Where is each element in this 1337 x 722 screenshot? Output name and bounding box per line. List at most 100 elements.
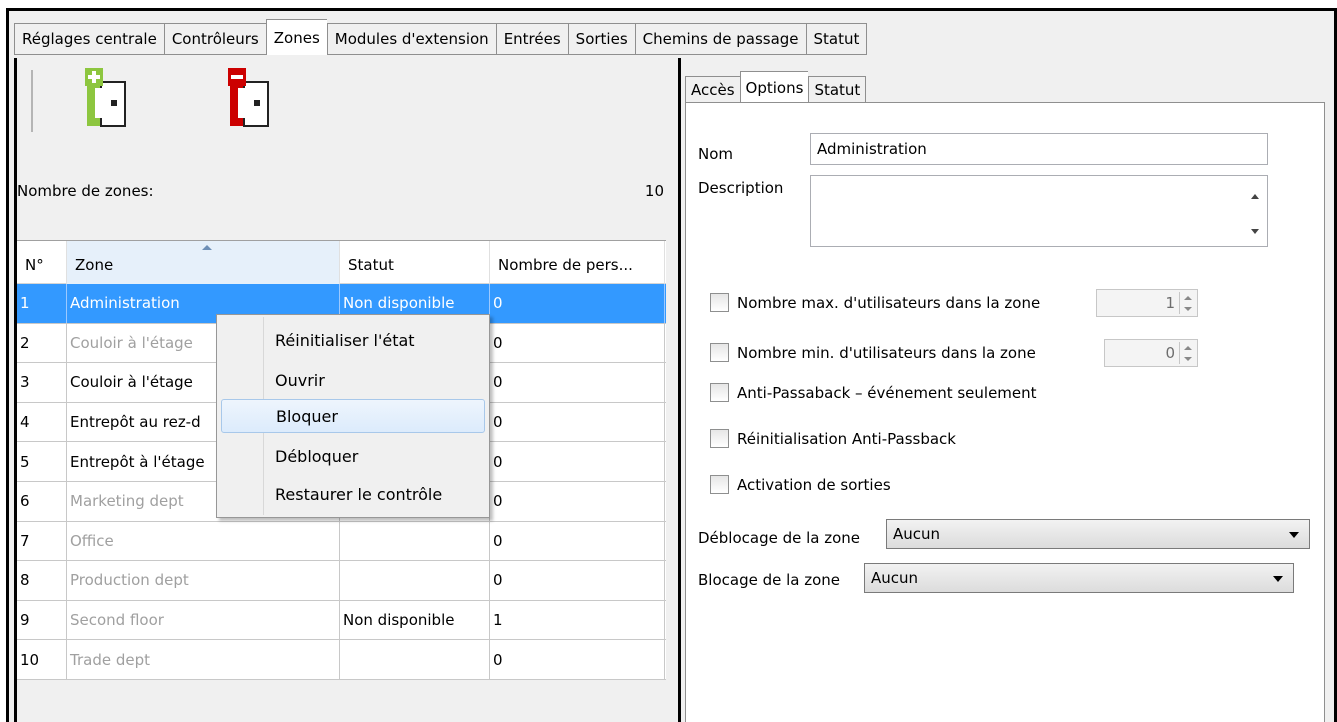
cell-number: 7	[17, 521, 67, 561]
cell-persons: 1	[490, 600, 665, 640]
min-users-row: Nombre min. d'utilisateurs dans la zone	[710, 343, 1036, 362]
cell-persons: 0	[490, 640, 665, 679]
menu-item-restore-control[interactable]: Restaurer le contrôle	[221, 477, 485, 511]
cell-status	[340, 640, 490, 679]
column-status[interactable]: Statut	[340, 241, 490, 284]
add-zone-button[interactable]	[81, 66, 133, 128]
lock-select[interactable]: Aucun	[864, 563, 1294, 593]
cell-number: 6	[17, 481, 67, 521]
cell-persons: 0	[490, 402, 665, 442]
menu-item-unblock[interactable]: Débloquer	[221, 439, 485, 473]
zone-count-value: 10	[644, 182, 664, 200]
cell-number: 9	[17, 600, 67, 640]
toolbar-separator	[31, 70, 33, 132]
unlock-value: Aucun	[893, 525, 941, 543]
spin-up-icon[interactable]	[1180, 342, 1195, 353]
name-label: Nom	[698, 145, 734, 163]
table-row[interactable]: 10 Trade dept 0	[17, 640, 666, 680]
cell-number: 5	[17, 442, 67, 481]
table-row[interactable]: 7 Office 0	[17, 521, 666, 562]
unlock-label: Déblocage de la zone	[698, 529, 861, 547]
spin-up-icon[interactable]	[1180, 292, 1195, 303]
reset-antipassback-label: Réinitialisation Anti-Passback	[737, 429, 956, 448]
column-zone-label: Zone	[75, 256, 114, 274]
cell-zone: Trade dept	[67, 640, 340, 679]
remove-zone-icon	[228, 68, 269, 127]
scroll-up-icon[interactable]	[1251, 194, 1259, 199]
antipassback-label: Anti-Passaback – événement seulement	[737, 383, 1037, 402]
cell-persons: 0	[490, 323, 665, 363]
description-label: Description	[698, 179, 784, 197]
max-users-label: Nombre max. d'utilisateurs dans la zone	[737, 293, 1041, 312]
cell-number: 1	[17, 284, 67, 323]
column-number[interactable]: N°	[17, 241, 67, 284]
cell-status	[340, 561, 490, 600]
lock-label: Blocage de la zone	[698, 571, 841, 589]
min-users-spin-buttons[interactable]	[1179, 342, 1195, 364]
tab-passage-paths[interactable]: Chemins de passage	[634, 23, 806, 55]
max-users-value: 1	[1165, 294, 1175, 312]
min-users-label: Nombre min. d'utilisateurs dans la zone	[737, 343, 1036, 362]
detail-tab-bar: Accès Options Statut	[685, 71, 867, 103]
options-pane: Nom Description Nombre max. d'utilisateu…	[685, 102, 1325, 722]
tab-extension-modules[interactable]: Modules d'extension	[326, 23, 496, 55]
column-zone[interactable]: Zone	[67, 241, 340, 284]
max-users-stepper[interactable]: 1	[1096, 289, 1198, 317]
column-persons[interactable]: Nombre de pers...	[490, 241, 665, 284]
chevron-down-icon	[1273, 576, 1283, 582]
tab-detail-status[interactable]: Statut	[808, 76, 867, 103]
scroll-down-icon[interactable]	[1251, 229, 1259, 234]
splitter[interactable]	[666, 58, 678, 722]
menu-item-block[interactable]: Bloquer	[221, 399, 485, 433]
tab-central-settings[interactable]: Réglages centrale	[14, 23, 164, 55]
tab-status[interactable]: Statut	[805, 23, 868, 55]
cell-persons: 0	[490, 561, 665, 600]
menu-item-reset-state[interactable]: Réinitialiser l'état	[221, 323, 485, 357]
outputs-label: Activation de sorties	[737, 475, 891, 494]
max-users-row: Nombre max. d'utilisateurs dans la zone	[710, 293, 1040, 312]
min-users-stepper[interactable]: 0	[1104, 339, 1198, 367]
cell-number: 10	[17, 640, 67, 679]
grid-header: N° Zone Statut Nombre de pers...	[17, 241, 666, 284]
table-row[interactable]: 9 Second floor Non disponible 1	[17, 600, 666, 641]
min-users-checkbox[interactable]	[710, 343, 729, 362]
cell-number: 3	[17, 363, 67, 402]
spin-down-icon[interactable]	[1180, 303, 1195, 314]
cell-zone: Production dept	[67, 561, 340, 600]
max-users-spin-buttons[interactable]	[1179, 292, 1195, 314]
main-tab-bar: Réglages centrale Contrôleurs Zones Modu…	[14, 19, 868, 55]
cell-persons: 0	[490, 284, 665, 323]
tab-zones[interactable]: Zones	[265, 19, 327, 55]
tab-controllers[interactable]: Contrôleurs	[163, 23, 266, 55]
tab-options[interactable]: Options	[739, 71, 809, 103]
max-users-checkbox[interactable]	[710, 293, 729, 312]
menu-item-open[interactable]: Ouvrir	[221, 363, 485, 397]
cell-persons: 0	[490, 363, 665, 402]
cell-status: Non disponible	[340, 600, 490, 640]
cell-number: 8	[17, 561, 67, 600]
unlock-select[interactable]: Aucun	[886, 519, 1310, 549]
lock-value: Aucun	[871, 569, 919, 587]
antipassback-row: Anti-Passaback – événement seulement	[710, 383, 1037, 402]
cell-number: 2	[17, 323, 67, 363]
outputs-checkbox[interactable]	[710, 475, 729, 494]
chevron-down-icon	[1289, 532, 1299, 538]
cell-number: 4	[17, 402, 67, 442]
description-field[interactable]	[810, 175, 1268, 247]
remove-zone-button[interactable]	[224, 66, 276, 128]
name-field[interactable]	[810, 133, 1268, 165]
tab-inputs[interactable]: Entrées	[495, 23, 568, 55]
context-menu: Réinitialiser l'état Ouvrir Bloquer Débl…	[216, 314, 490, 518]
reset-antipassback-checkbox[interactable]	[710, 429, 729, 448]
min-users-value: 0	[1165, 344, 1175, 362]
cell-zone: Second floor	[67, 600, 340, 640]
spin-down-icon[interactable]	[1180, 353, 1195, 364]
cell-status	[340, 521, 490, 561]
cell-persons: 0	[490, 521, 665, 561]
tab-access[interactable]: Accès	[685, 76, 740, 103]
tab-outputs[interactable]: Sorties	[567, 23, 635, 55]
cell-persons: 0	[490, 442, 665, 481]
table-row[interactable]: 8 Production dept 0	[17, 561, 666, 601]
antipassback-checkbox[interactable]	[710, 383, 729, 402]
cell-zone: Office	[67, 521, 340, 561]
